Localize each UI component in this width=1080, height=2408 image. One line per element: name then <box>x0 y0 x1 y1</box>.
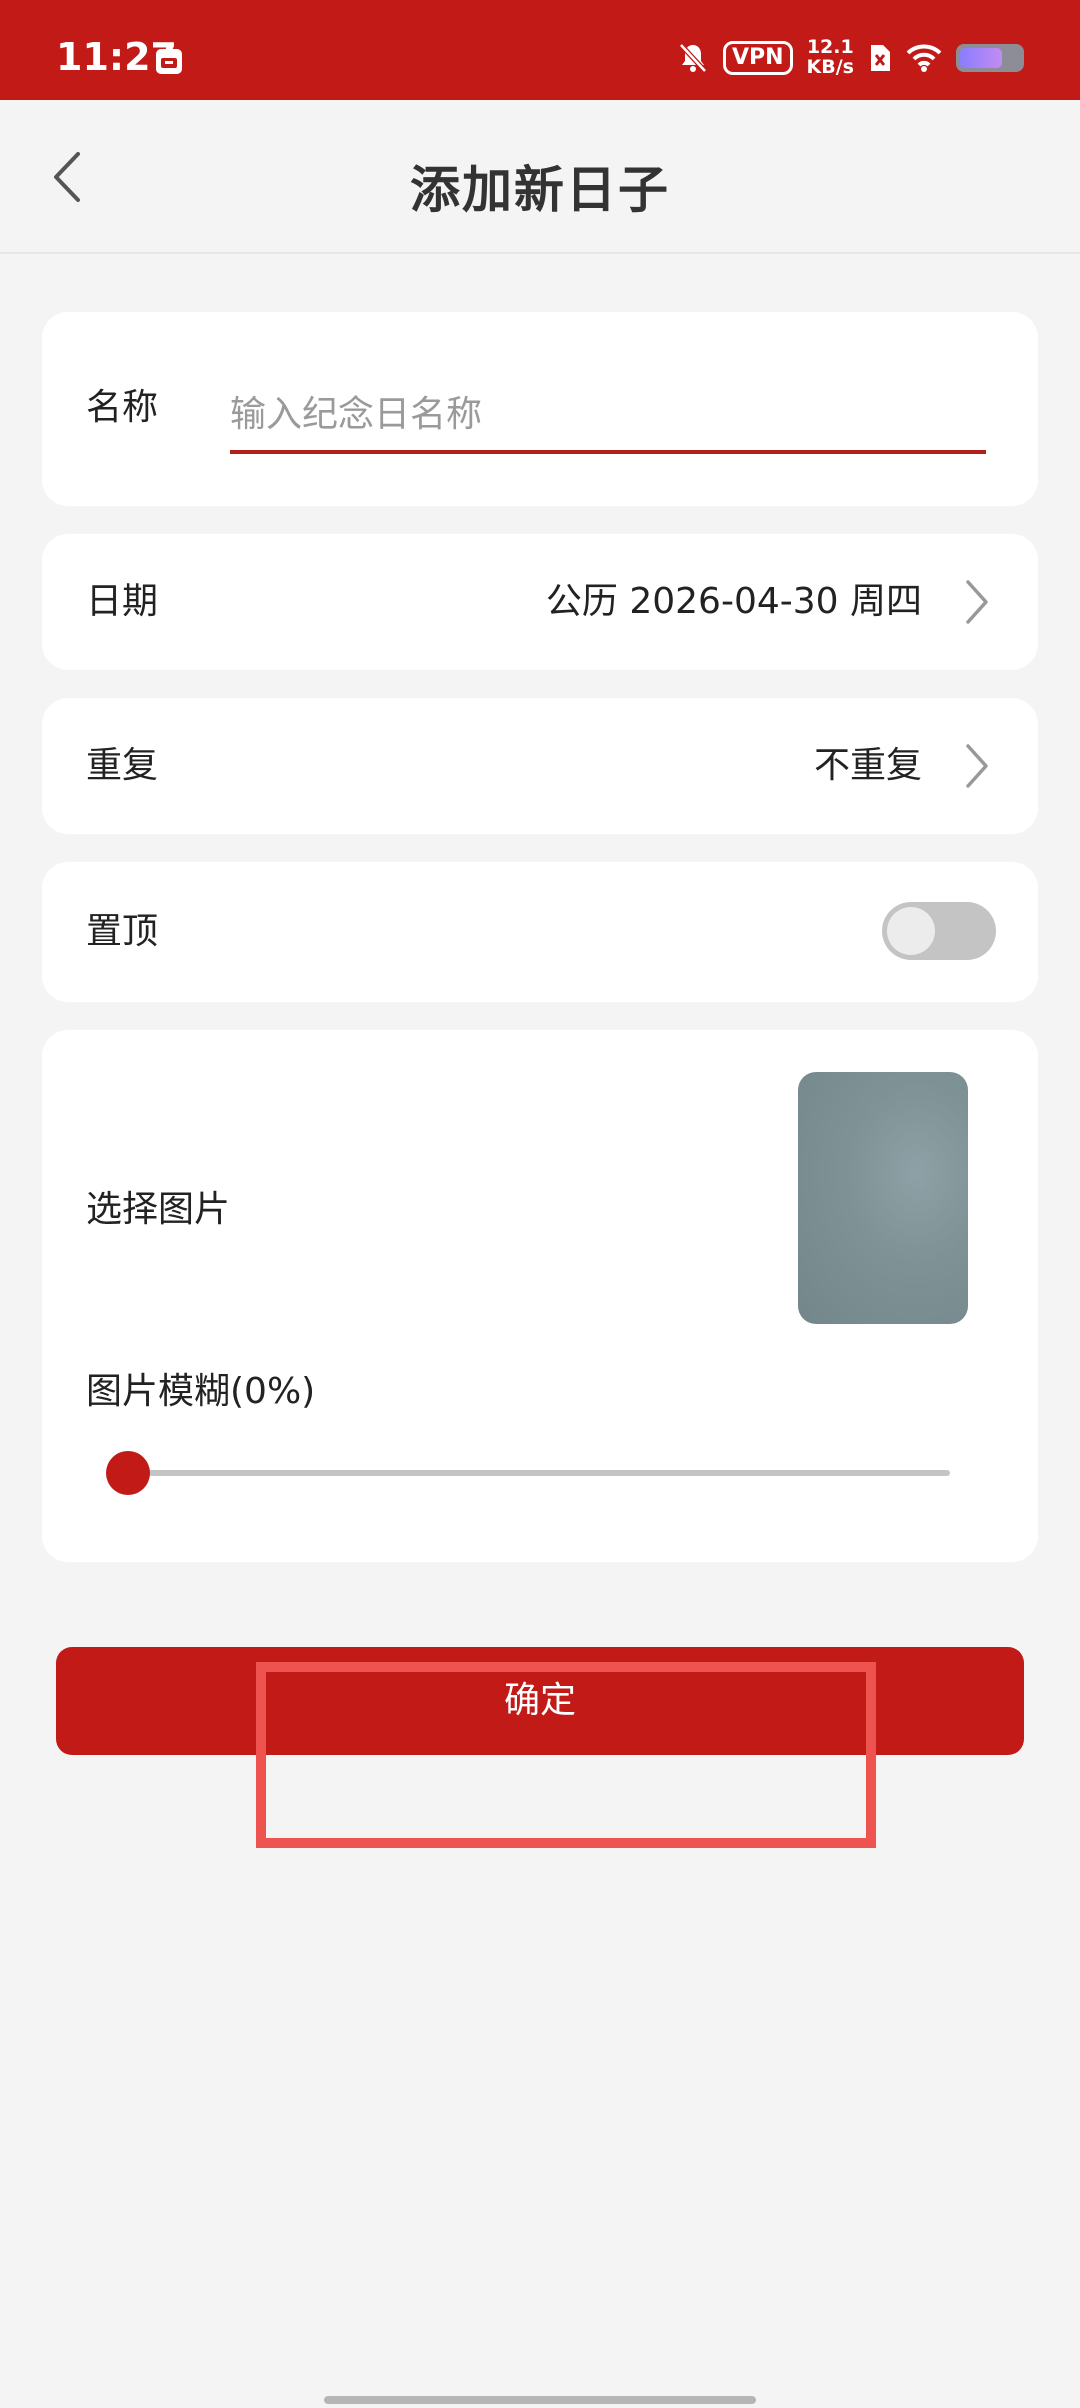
image-blur-label: 图片模糊(0%) <box>86 1371 316 1412</box>
name-label: 名称 <box>86 387 159 428</box>
image-card: 选择图片 图片模糊(0%) <box>42 1030 1038 1562</box>
date-label: 日期 <box>86 581 159 622</box>
pin-label: 置顶 <box>86 911 159 952</box>
status-bar: 11:27 VPN 12.1 KB/s <box>0 0 1080 100</box>
wifi-icon <box>906 44 942 72</box>
name-card: 名称 <box>42 312 1038 506</box>
no-sim-icon <box>871 45 890 71</box>
repeat-row[interactable]: 重复 不重复 <box>42 698 1038 834</box>
chevron-right-icon <box>966 744 988 788</box>
network-speed-unit: KB/s <box>806 56 854 78</box>
page-title: 添加新日子 <box>410 161 670 219</box>
network-speed: 12.1 KB/s <box>806 36 854 78</box>
repeat-value: 不重复 <box>813 745 922 786</box>
pin-toggle[interactable] <box>882 902 996 960</box>
repeat-label: 重复 <box>86 745 159 786</box>
highlight-box <box>256 1662 876 1848</box>
calendar-app-icon <box>156 49 182 74</box>
date-row[interactable]: 日期 公历 2026-04-30 周四 <box>42 534 1038 670</box>
vpn-badge: VPN <box>722 40 793 76</box>
app-header: 添加新日子 <box>0 100 1080 254</box>
pin-toggle-knob <box>887 907 935 955</box>
select-image-label: 选择图片 <box>86 1189 231 1230</box>
status-icons: VPN 12.1 KB/s <box>677 36 1024 78</box>
battery-level <box>960 48 1002 68</box>
battery-icon <box>956 44 1024 72</box>
image-thumbnail[interactable] <box>798 1072 968 1324</box>
bell-muted-icon <box>679 43 707 73</box>
date-value: 公历 2026-04-30 周四 <box>545 581 922 622</box>
pin-row: 置顶 <box>42 862 1038 1002</box>
blur-slider-thumb[interactable] <box>106 1451 150 1495</box>
blur-slider-track[interactable] <box>128 1470 950 1476</box>
name-input-underline <box>230 450 986 454</box>
name-input[interactable] <box>230 384 986 444</box>
home-indicator[interactable] <box>324 2396 756 2404</box>
network-speed-value: 12.1 <box>806 36 854 59</box>
chevron-right-icon <box>966 580 988 624</box>
